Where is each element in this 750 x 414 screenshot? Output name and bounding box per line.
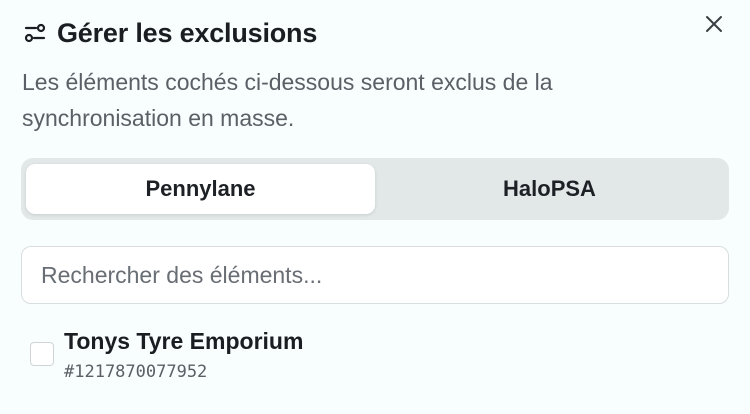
close-button[interactable] — [702, 14, 726, 38]
dialog-header: Gérer les exclusions — [22, 14, 317, 52]
dialog-title: Gérer les exclusions — [57, 17, 318, 48]
close-icon[interactable] — [704, 14, 724, 39]
dialog-description: Les éléments cochés ci-dessous seront ex… — [22, 69, 553, 131]
tab-halopsa[interactable]: HaloPSA — [375, 164, 724, 214]
sliders-icon — [22, 20, 48, 46]
exclusions-dialog: Gérer les exclusions Les éléments cochés… — [0, 0, 750, 414]
item-id: #1217870077952 — [64, 362, 208, 382]
item-checkbox[interactable] — [30, 342, 54, 366]
item-text: Tonys Tyre Emporium #1217870077952 — [64, 325, 303, 387]
tab-pennylane[interactable]: Pennylane — [26, 164, 375, 214]
tab-switcher: Pennylane HaloPSA — [21, 158, 729, 220]
item-name: Tonys Tyre Emporium — [64, 328, 304, 354]
list-item[interactable]: Tonys Tyre Emporium #1217870077952 — [30, 325, 303, 387]
search-input[interactable] — [21, 246, 729, 304]
